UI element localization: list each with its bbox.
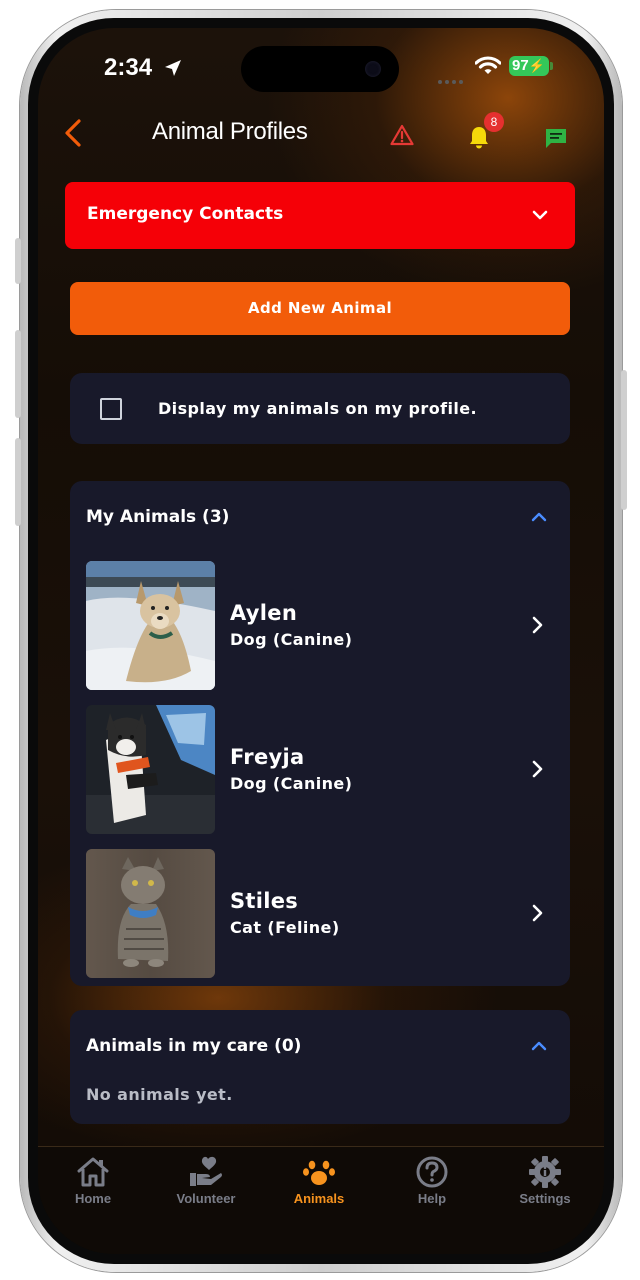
camera-icon: [365, 61, 381, 77]
tab-label: Settings: [519, 1191, 571, 1206]
animal-type: Dog (Canine): [230, 774, 353, 793]
chevron-right-icon: [532, 760, 543, 778]
dynamic-island: [241, 46, 399, 92]
animal-photo-stiles: [86, 849, 215, 978]
battery-indicator: 97⚡: [509, 56, 549, 76]
animals-in-care-title: Animals in my care (0): [86, 1036, 302, 1056]
power-button: [621, 370, 627, 510]
chat-icon[interactable]: [544, 127, 568, 149]
tab-settings[interactable]: Settings: [495, 1147, 595, 1254]
cat-photo-icon: [86, 849, 215, 978]
emergency-contacts-dropdown[interactable]: Emergency Contacts: [65, 182, 575, 249]
tab-volunteer[interactable]: Volunteer: [156, 1147, 256, 1254]
animal-photo-freyja: [86, 705, 215, 834]
wifi-icon: [475, 56, 501, 74]
tab-label: Volunteer: [176, 1191, 236, 1206]
chevron-up-icon[interactable]: [530, 511, 548, 523]
tab-label: Help: [417, 1191, 447, 1206]
dog-photo-icon: [86, 705, 215, 834]
bottom-tab-bar: Home Volunteer Animals Help Settings: [38, 1146, 604, 1254]
chevron-down-icon: [532, 210, 548, 220]
home-icon: [77, 1157, 109, 1187]
paw-icon: [303, 1160, 335, 1185]
settings-gear-icon: [529, 1156, 561, 1188]
animal-name: Freyja: [230, 745, 305, 769]
tab-help[interactable]: Help: [382, 1147, 482, 1254]
location-arrow-icon: [165, 60, 181, 76]
my-animals-section: My Animals (3) Aylen Dog (Canine) Freyja…: [70, 481, 570, 986]
volunteer-hand-heart-icon: [190, 1156, 222, 1186]
my-animals-title: My Animals (3): [86, 507, 230, 527]
volume-down-button: [15, 438, 21, 526]
charging-bolt-icon: ⚡: [528, 58, 545, 73]
status-time: 2:34: [104, 54, 153, 81]
animal-row-freyja[interactable]: Freyja Dog (Canine): [86, 705, 556, 835]
dog-photo-icon: [86, 561, 215, 690]
tab-animals[interactable]: Animals: [269, 1147, 369, 1254]
chevron-right-icon: [532, 904, 543, 922]
battery-nub: [550, 62, 553, 70]
app-screen: 2:34 97⚡ Animal Profiles 8 Emergency Con…: [38, 28, 604, 1254]
animal-row-stiles[interactable]: Stiles Cat (Feline): [86, 849, 556, 979]
tab-home[interactable]: Home: [43, 1147, 143, 1254]
battery-level: 97: [512, 57, 529, 74]
volume-up-button: [15, 330, 21, 418]
back-chevron-icon[interactable]: [62, 118, 86, 148]
animals-in-care-section: Animals in my care (0) No animals yet.: [70, 1010, 570, 1124]
chevron-up-icon[interactable]: [530, 1040, 548, 1052]
page-title: Animal Profiles: [152, 118, 308, 145]
animal-name: Aylen: [230, 601, 298, 625]
cellular-signal-icon: [438, 69, 466, 88]
warning-triangle-icon[interactable]: [390, 124, 414, 146]
animal-name: Stiles: [230, 889, 299, 913]
emergency-contacts-label: Emergency Contacts: [87, 204, 284, 224]
animal-type: Dog (Canine): [230, 630, 353, 649]
display-animals-checkbox[interactable]: [100, 398, 122, 420]
empty-state-text: No animals yet.: [86, 1085, 233, 1104]
animal-photo-aylen: [86, 561, 215, 690]
tab-label: Home: [74, 1191, 112, 1206]
help-circle-icon: [416, 1156, 448, 1188]
display-animals-label: Display my animals on my profile.: [158, 399, 477, 418]
animal-row-aylen[interactable]: Aylen Dog (Canine): [86, 561, 556, 691]
add-new-animal-button[interactable]: Add New Animal: [70, 282, 570, 335]
chevron-right-icon: [532, 616, 543, 634]
tab-label: Animals: [293, 1191, 345, 1206]
animal-type: Cat (Feline): [230, 918, 340, 937]
display-animals-option[interactable]: Display my animals on my profile.: [70, 373, 570, 444]
action-button: [15, 238, 21, 284]
notification-badge: 8: [484, 112, 504, 132]
